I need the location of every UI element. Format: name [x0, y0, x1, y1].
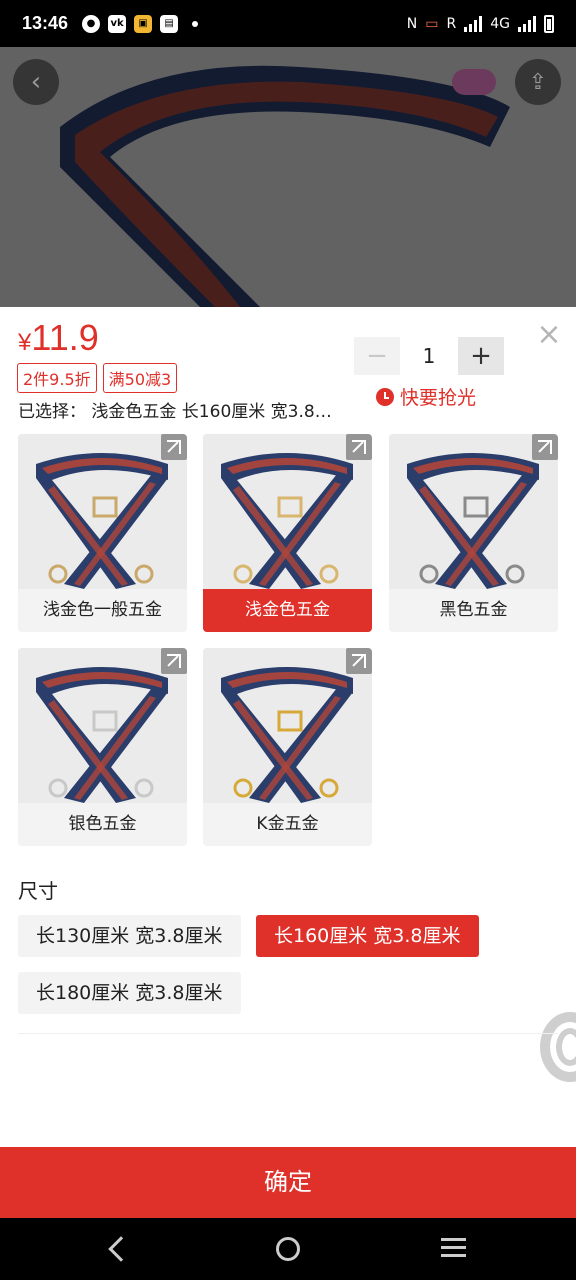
more-notifications-icon: [192, 20, 199, 27]
share-button[interactable]: ⇪: [515, 59, 561, 105]
chat-icon: ●: [82, 14, 101, 33]
size-option[interactable]: 长130厘米 宽3.8厘米: [18, 915, 241, 957]
variant-option[interactable]: 浅金色五金: [203, 434, 372, 632]
chevron-left-icon: ‹: [30, 67, 42, 97]
share-icon: ⇪: [528, 69, 548, 95]
nav-back-icon[interactable]: [108, 1236, 134, 1262]
promo-tags: 2件9.5折 满50减3: [17, 363, 178, 393]
variant-option[interactable]: 浅金色一般五金: [18, 434, 187, 632]
divider: [18, 1033, 558, 1034]
signal-icon-2: [518, 15, 536, 32]
expand-icon[interactable]: [346, 648, 372, 674]
product-hero-image: ‹ ⇪: [0, 47, 576, 307]
notification-icons: ● vk ▣ ▤: [82, 14, 199, 33]
status-bar: 13:46 ● vk ▣ ▤ N ▭ R 4G: [0, 0, 576, 47]
minus-icon: −: [366, 341, 388, 371]
system-nav-bar: [0, 1218, 576, 1280]
size-option-selected[interactable]: 长160厘米 宽3.8厘米: [256, 915, 479, 957]
favorite-icon[interactable]: [452, 69, 496, 95]
variant-option[interactable]: 黑色五金: [389, 434, 558, 632]
promo-tag: 2件9.5折: [17, 363, 97, 393]
price: ¥11.9: [18, 317, 99, 359]
low-stock-text: 快要抢光: [400, 387, 477, 409]
increase-button[interactable]: +: [458, 337, 504, 375]
promo-tag: 满50减3: [102, 363, 178, 393]
roaming-label: R: [446, 15, 457, 32]
cast-icon: ▭: [425, 15, 439, 32]
decrease-button[interactable]: −: [354, 337, 400, 375]
size-option[interactable]: 长180厘米 宽3.8厘米: [18, 972, 241, 1014]
size-section-title: 尺寸: [18, 879, 58, 903]
expand-icon[interactable]: [346, 434, 372, 460]
expand-icon[interactable]: [532, 434, 558, 460]
quantity-stepper: − 1 +: [354, 337, 504, 375]
sku-selector-sheet: ¥11.9 × 2件9.5折 满50减3 − 1 + 快要抢光 已选择： 浅金色…: [0, 307, 576, 1147]
app-icon: ▣: [134, 14, 153, 33]
plus-icon: +: [470, 341, 492, 371]
expand-icon[interactable]: [161, 648, 187, 674]
low-stock-notice: 快要抢光: [376, 383, 476, 410]
variant-label: 银色五金: [18, 803, 187, 846]
battery-icon: [544, 14, 554, 33]
confirm-button[interactable]: 确定: [0, 1147, 576, 1218]
variant-label: 浅金色一般五金: [18, 589, 187, 632]
status-time: 13:46: [22, 13, 69, 33]
vk-icon: vk: [108, 14, 127, 33]
expand-icon[interactable]: [161, 434, 187, 460]
quantity-value[interactable]: 1: [400, 344, 458, 368]
variant-label: K金五金: [203, 803, 372, 846]
selected-summary: 已选择： 浅金色五金 长160厘米 宽3.8厘米: [18, 402, 334, 422]
variant-label: 黑色五金: [389, 589, 558, 632]
variant-option[interactable]: 银色五金: [18, 648, 187, 846]
signal-icon: [464, 15, 483, 32]
close-icon[interactable]: ×: [535, 320, 563, 350]
back-button[interactable]: ‹: [13, 59, 59, 105]
network-label: 4G: [490, 15, 510, 32]
nav-home-icon[interactable]: [276, 1237, 300, 1261]
price-value: 11.9: [31, 317, 99, 358]
price-currency: ¥: [18, 329, 32, 356]
clock-icon: [376, 387, 394, 406]
nfc-icon: N: [406, 15, 418, 32]
floating-assistant-icon[interactable]: [540, 1012, 576, 1082]
variant-option[interactable]: K金五金: [203, 648, 372, 846]
nav-recents-icon[interactable]: [441, 1238, 466, 1258]
variant-label: 浅金色五金: [203, 589, 372, 632]
news-icon: ▤: [160, 14, 179, 33]
status-right: N ▭ R 4G: [406, 14, 554, 33]
